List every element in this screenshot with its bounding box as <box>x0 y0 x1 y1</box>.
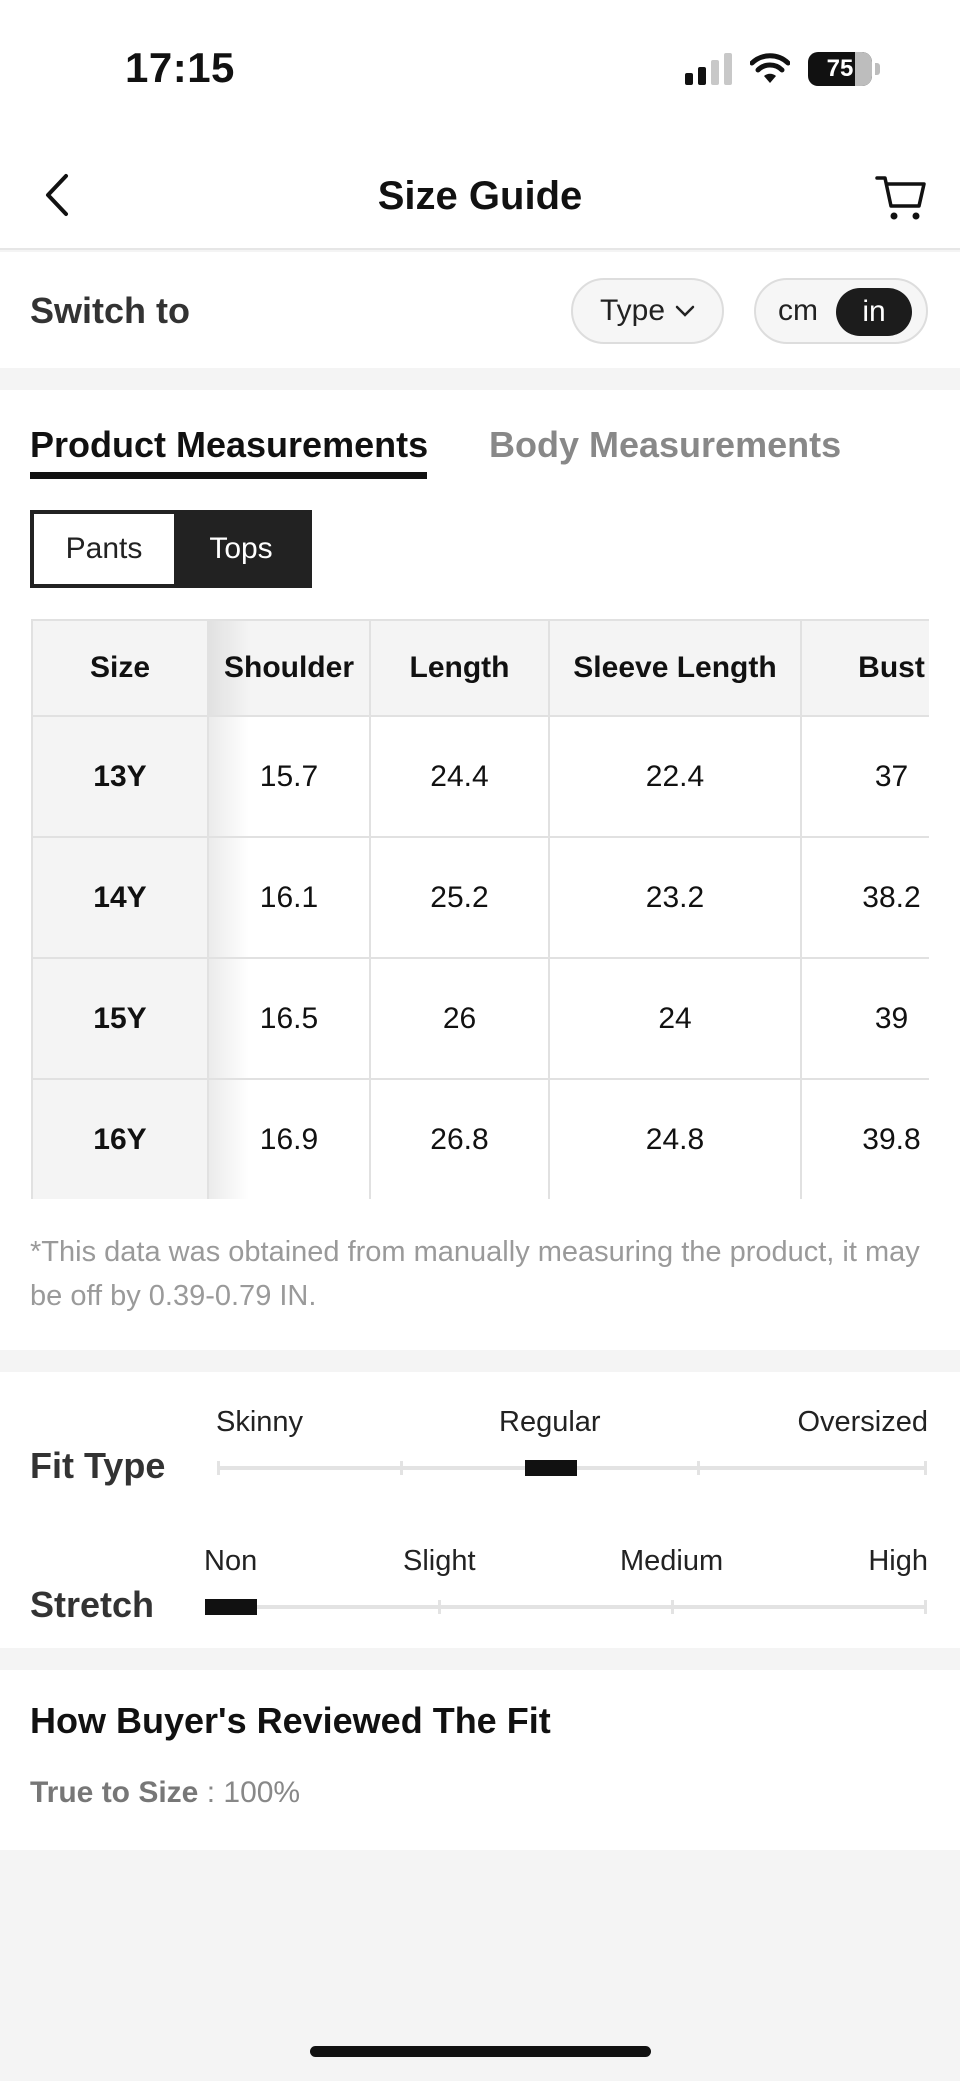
true-to-size-line: True to Size : 100% <box>30 1776 300 1810</box>
stretch-tick <box>924 1600 927 1614</box>
tab-product-measurements[interactable]: Product Measurements <box>30 424 428 466</box>
fit-scale-oversized: Oversized <box>797 1406 928 1438</box>
table-cell: 16.5 <box>207 957 371 1080</box>
table-cell: 15.7 <box>207 715 371 838</box>
table-cell: 16.9 <box>207 1078 371 1199</box>
fit-type-tick <box>217 1461 220 1475</box>
size-cell: 13Y <box>31 715 209 838</box>
true-to-size-value: : 100% <box>198 1776 301 1809</box>
size-cell: 16Y <box>31 1078 209 1199</box>
top-nav-bar: Size Guide <box>0 140 960 250</box>
unit-cm-option[interactable]: cm <box>778 294 818 328</box>
table-cell: 25.2 <box>369 836 550 959</box>
fit-card: Fit Type Skinny Regular Oversized Stretc… <box>0 1372 960 1648</box>
home-indicator <box>310 2046 651 2057</box>
cellular-signal-icon <box>685 53 732 85</box>
wifi-icon <box>750 53 790 83</box>
measurement-disclaimer: *This data was obtained from manually me… <box>30 1236 920 1312</box>
table-row: 16Y 16.9 26.8 24.8 39.8 <box>31 1078 929 1199</box>
stretch-scale-non: Non <box>204 1545 258 1577</box>
battery-nub <box>875 63 880 75</box>
fit-scale-skinny: Skinny <box>216 1406 304 1438</box>
column-header: Size <box>31 619 209 717</box>
table-cell: 26 <box>369 957 550 1080</box>
fit-type-label: Fit Type <box>30 1445 166 1486</box>
unit-toggle[interactable]: cm in <box>754 278 928 344</box>
segment-pants[interactable]: Pants <box>34 514 174 584</box>
size-table-scroll[interactable]: Size Shoulder Length Sleeve Length Bust … <box>31 619 929 1199</box>
stretch-marker <box>205 1599 257 1615</box>
column-header: Length <box>369 619 550 717</box>
table-cell: 23.2 <box>548 836 802 959</box>
page-title: Size Guide <box>377 174 583 218</box>
stretch-tick <box>671 1600 674 1614</box>
table-cell: 16.1 <box>207 836 371 959</box>
stretch-scale-slight: Slight <box>403 1545 476 1577</box>
cart-icon[interactable] <box>874 170 928 224</box>
table-cell: 24.4 <box>369 715 550 838</box>
review-title: How Buyer's Reviewed The Fit <box>30 1700 551 1741</box>
chevron-down-icon <box>675 305 695 317</box>
table-cell: 24.8 <box>548 1078 802 1199</box>
fit-type-tick <box>697 1461 700 1475</box>
switch-row: Switch to Type cm in <box>0 252 960 368</box>
switch-to-label: Switch to <box>30 290 190 331</box>
garment-segment-control: Pants Tops <box>30 510 312 588</box>
table-cell: 37 <box>800 715 929 838</box>
unit-in-option[interactable]: in <box>836 288 912 336</box>
stretch-scale-medium: Medium <box>620 1545 724 1577</box>
battery-icon: 75 <box>808 52 872 86</box>
size-table: Size Shoulder Length Sleeve Length Bust … <box>31 619 929 1199</box>
tab-body-measurements[interactable]: Body Measurements <box>489 424 841 466</box>
type-dropdown-label: Type <box>599 294 666 327</box>
segment-tops[interactable]: Tops <box>174 514 308 584</box>
stretch-scale-high: High <box>868 1545 928 1577</box>
type-dropdown[interactable]: Type <box>571 278 724 344</box>
column-header: Shoulder <box>207 619 371 717</box>
fit-type-tick <box>924 1461 927 1475</box>
column-header: Bust <box>800 619 929 717</box>
fit-type-marker <box>525 1460 577 1476</box>
size-cell: 14Y <box>31 836 209 959</box>
measurements-card: Product Measurements Body Measurements P… <box>0 390 960 1350</box>
table-cell: 24 <box>548 957 802 1080</box>
stretch-track <box>205 1605 927 1609</box>
table-cell: 26.8 <box>369 1078 550 1199</box>
buyer-review-card: How Buyer's Reviewed The Fit True to Siz… <box>0 1670 960 1850</box>
table-cell: 39 <box>800 957 929 1080</box>
table-cell: 38.2 <box>800 836 929 959</box>
fit-type-tick <box>400 1461 403 1475</box>
stretch-label: Stretch <box>30 1584 155 1625</box>
table-row: 14Y 16.1 25.2 23.2 38.2 <box>31 836 929 959</box>
battery-level: 75 <box>826 55 854 82</box>
table-header-row: Size Shoulder Length Sleeve Length Bust <box>31 619 929 717</box>
table-cell: 39.8 <box>800 1078 929 1199</box>
size-cell: 15Y <box>31 957 209 1080</box>
status-icons: 75 <box>685 52 880 86</box>
status-bar: 17:15 75 <box>0 0 960 140</box>
stretch-tick <box>438 1600 441 1614</box>
status-time: 17:15 <box>125 44 235 91</box>
table-row: 13Y 15.7 24.4 22.4 37 <box>31 715 929 838</box>
true-to-size-label: True to Size <box>30 1776 199 1809</box>
fit-scale-regular: Regular <box>499 1406 601 1438</box>
table-row: 15Y 16.5 26 24 39 <box>31 957 929 1080</box>
table-cell: 22.4 <box>548 715 802 838</box>
column-header: Sleeve Length <box>548 619 802 717</box>
active-tab-indicator <box>30 472 427 479</box>
